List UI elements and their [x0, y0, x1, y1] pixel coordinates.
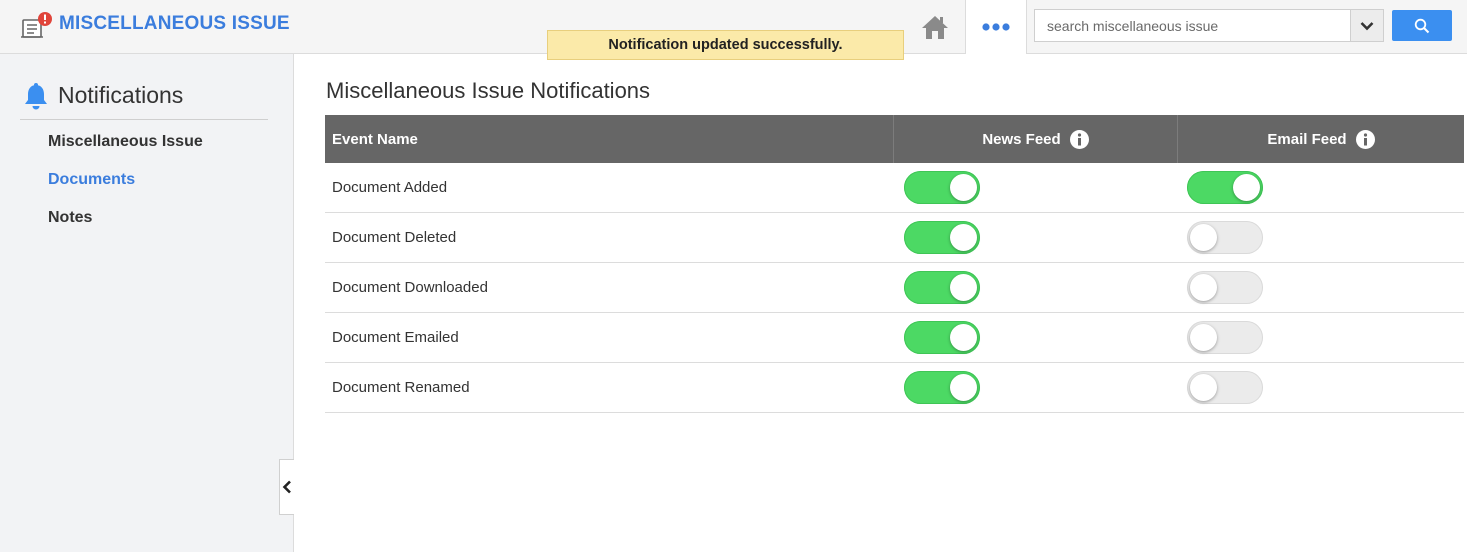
event-name: Document Added	[332, 179, 448, 196]
toggle-knob	[950, 224, 977, 251]
page-title: Miscellaneous Issue Notifications	[326, 78, 651, 103]
column-header-label: News Feed	[982, 130, 1061, 148]
table-header: Event Name News Feed Email Feed	[325, 115, 1464, 163]
notifications-table: Event Name News Feed Email Feed Document…	[325, 115, 1464, 413]
table-row: Document Renamed	[325, 363, 1464, 413]
event-name: Document Deleted	[332, 229, 457, 246]
column-header-label: Event Name	[332, 130, 418, 148]
sidebar-heading-label: Notifications	[58, 82, 184, 108]
table-row: Document Deleted	[325, 213, 1464, 263]
email-feed-toggle[interactable]	[1187, 171, 1263, 204]
search-filter-dropdown[interactable]	[1350, 9, 1384, 42]
table-row: Document Downloaded	[325, 263, 1464, 313]
sidebar-heading: Notifications	[20, 80, 268, 120]
table-row: Document Emailed	[325, 313, 1464, 363]
toggle-knob	[950, 174, 977, 201]
toggle-knob	[1190, 324, 1217, 351]
toggle-knob	[950, 374, 977, 401]
home-button[interactable]	[905, 0, 965, 53]
app-title[interactable]: MISCELLANEOUS ISSUE	[59, 13, 290, 35]
column-header-event-name: Event Name	[325, 115, 894, 163]
sidebar: Notifications Miscellaneous Issue Docume…	[0, 54, 294, 552]
toggle-knob	[950, 274, 977, 301]
news-feed-toggle[interactable]	[904, 371, 980, 404]
chevron-left-icon	[282, 480, 291, 494]
search-button[interactable]	[1392, 10, 1452, 41]
home-icon	[922, 15, 948, 39]
news-feed-toggle[interactable]	[904, 221, 980, 254]
email-feed-toggle[interactable]	[1187, 371, 1263, 404]
info-icon[interactable]	[1355, 129, 1375, 149]
chevron-down-icon	[1360, 21, 1374, 30]
toggle-knob	[1233, 174, 1260, 201]
sidebar-item-notes[interactable]: Notes	[48, 209, 92, 227]
column-header-label: Email Feed	[1267, 130, 1347, 148]
table-row: Document Added	[325, 163, 1464, 213]
collapse-sidebar-button[interactable]	[279, 459, 294, 515]
email-feed-toggle[interactable]	[1187, 321, 1263, 354]
toggle-knob	[1190, 374, 1217, 401]
email-feed-toggle[interactable]	[1187, 271, 1263, 304]
news-feed-toggle[interactable]	[904, 271, 980, 304]
bell-icon	[25, 83, 47, 110]
document-alert-icon	[20, 11, 54, 41]
news-feed-toggle[interactable]	[904, 171, 980, 204]
event-name: Document Emailed	[332, 329, 459, 346]
column-header-news-feed: News Feed	[894, 115, 1178, 163]
more-button[interactable]	[965, 0, 1027, 54]
sidebar-item-documents[interactable]: Documents	[48, 171, 135, 189]
toggle-knob	[1190, 224, 1217, 251]
event-name: Document Downloaded	[332, 279, 488, 296]
news-feed-toggle[interactable]	[904, 321, 980, 354]
info-icon[interactable]	[1069, 129, 1089, 149]
sidebar-item-miscellaneous-issue[interactable]: Miscellaneous Issue	[48, 133, 203, 151]
search-input[interactable]	[1034, 9, 1350, 42]
column-header-email-feed: Email Feed	[1178, 115, 1464, 163]
success-toast: Notification updated successfully.	[547, 30, 904, 60]
more-dots-icon	[982, 23, 1010, 31]
email-feed-toggle[interactable]	[1187, 221, 1263, 254]
toggle-knob	[1190, 274, 1217, 301]
search-icon	[1414, 18, 1430, 33]
toggle-knob	[950, 324, 977, 351]
event-name: Document Renamed	[332, 379, 470, 396]
